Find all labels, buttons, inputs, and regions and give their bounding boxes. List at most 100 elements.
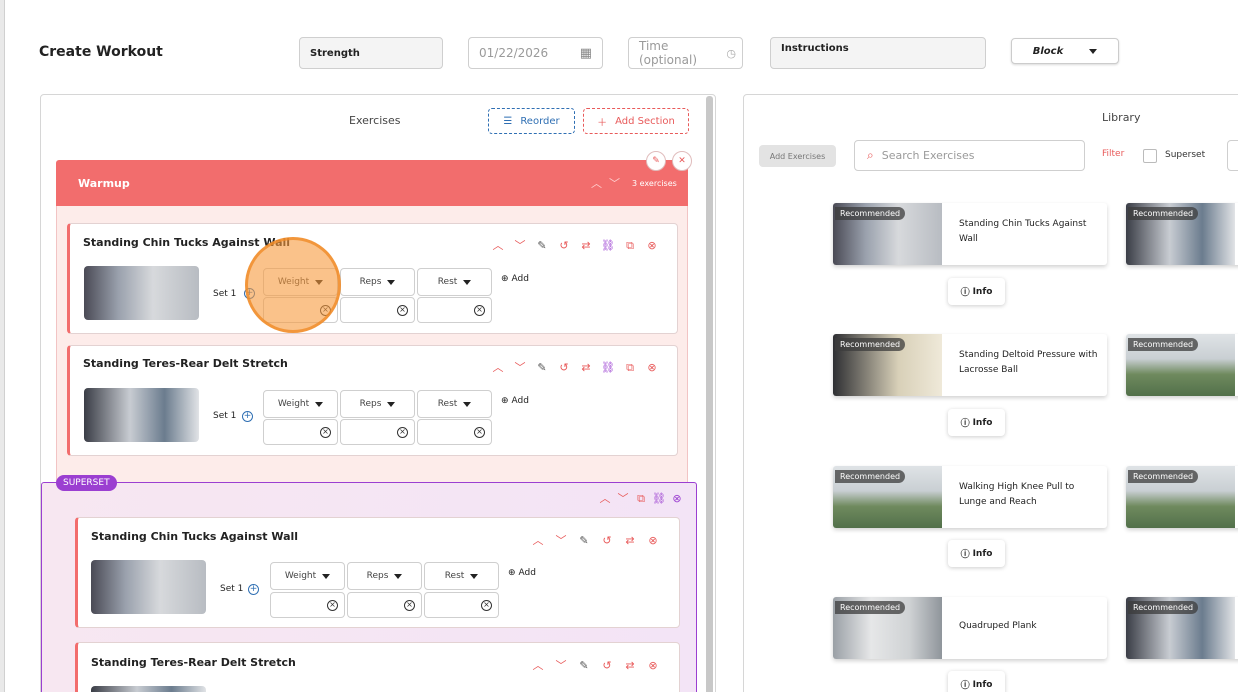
create-workout-page: Create Workout Strength 01/22/2026 ▦ Tim… [4,0,1238,692]
remove-icon[interactable]: ⊗ [646,239,658,251]
edit-icon[interactable]: ✎ [536,239,548,251]
info-button[interactable]: ⓘ Info [948,540,1005,567]
search-icon: ⌕ [867,148,874,162]
history-icon[interactable]: ↺ [558,361,570,373]
info-button[interactable]: ⓘ Info [948,278,1005,305]
weight-input[interactable]: × [270,592,345,618]
set-label: Set 1 [213,411,237,421]
library-item[interactable]: Recommended [1126,203,1238,265]
time-field[interactable]: Time (optional) ◷ [628,37,743,69]
clear-icon[interactable]: × [397,304,408,316]
library-item[interactable]: Recommended Standing Deltoid Pressure wi… [833,334,1107,396]
reps-input[interactable]: × [340,297,415,323]
reps-dropdown[interactable]: Reps [340,268,415,296]
swap-icon[interactable]: ⇄ [624,659,636,671]
link-icon[interactable]: ⛓ [601,239,615,251]
remove-icon[interactable]: ⊗ [671,492,683,504]
reps-dropdown[interactable]: Reps [340,390,415,418]
add-column-button[interactable]: ⊕ Add [508,568,536,578]
add-section-button[interactable]: ＋ Add Section [583,108,689,134]
library-extra-control[interactable] [1227,140,1238,171]
clear-icon[interactable]: × [404,599,415,611]
move-down-icon[interactable]: ﹀ [555,534,567,546]
weight-dropdown[interactable]: Weight [270,562,345,590]
swap-icon[interactable]: ⇄ [580,239,592,251]
rest-dropdown[interactable]: Rest [417,268,492,296]
clear-icon[interactable]: × [320,426,331,438]
clear-icon[interactable]: × [474,426,485,438]
edit-icon[interactable]: ✎ [536,361,548,373]
instructions-field[interactable]: Instructions [770,37,986,69]
weight-dropdown[interactable]: Weight [263,390,338,418]
collapse-down-icon[interactable]: ﹀ [609,175,620,191]
instructions-label: Instructions [781,43,849,54]
remove-icon[interactable]: ⊗ [647,534,659,546]
library-item[interactable]: Recommended Walking High Knee Pull to Lu… [833,466,1107,528]
collapse-up-icon[interactable]: ︿ [591,175,602,191]
add-set-icon[interactable]: + [248,584,259,595]
library-item[interactable]: Recommended [1126,466,1238,528]
remove-icon[interactable]: ⊗ [647,659,659,671]
link-icon[interactable]: ⛓ [601,361,615,373]
move-down-icon[interactable]: ﹀ [514,239,526,251]
clear-icon[interactable]: × [327,599,338,611]
library-item[interactable]: Recommended Standing Chin Tucks Against … [833,203,1107,265]
info-button[interactable]: ⓘ Info [948,409,1005,436]
clear-icon[interactable]: × [397,426,408,438]
reps-input[interactable]: × [347,592,422,618]
block-select[interactable]: Block [1011,38,1119,64]
history-icon[interactable]: ↺ [601,534,613,546]
info-button[interactable]: ⓘ Info [948,671,1005,692]
add-set-icon[interactable]: + [242,411,253,422]
swap-icon[interactable]: ⇄ [624,534,636,546]
library-item[interactable]: Recommended [1126,597,1238,659]
unlink-icon[interactable]: ⛓ [652,492,666,504]
edit-icon[interactable]: ✎ [578,534,590,546]
move-down-icon[interactable]: ﹀ [617,492,629,504]
move-down-icon[interactable]: ﹀ [514,361,526,373]
swap-icon[interactable]: ⇄ [580,361,592,373]
add-column-button[interactable]: ⊕ Add [501,396,529,406]
info-icon: ⓘ [960,288,970,298]
open-external-icon[interactable]: ⧉ [635,492,647,504]
rest-input[interactable]: × [417,297,492,323]
library-item[interactable]: Recommended [1126,334,1238,396]
calendar-icon[interactable]: ▦ [580,46,592,61]
move-down-icon[interactable]: ﹀ [555,659,567,671]
edit-icon[interactable]: ✎ [578,659,590,671]
history-icon[interactable]: ↺ [558,239,570,251]
weight-input[interactable]: × [263,419,338,445]
open-external-icon[interactable]: ⧉ [624,361,636,373]
delete-section-icon[interactable]: ✕ [672,151,692,171]
clear-icon[interactable]: × [474,304,485,316]
reps-input[interactable]: × [340,419,415,445]
rest-dropdown[interactable]: Rest [417,390,492,418]
filter-button[interactable]: Filter [1102,149,1124,159]
superset-checkbox[interactable] [1143,149,1157,163]
rest-dropdown[interactable]: Rest [424,562,499,590]
date-field[interactable]: 01/22/2026 ▦ [468,37,603,69]
rest-input[interactable]: × [417,419,492,445]
exercises-scrollbar[interactable] [706,96,713,692]
history-icon[interactable]: ↺ [601,659,613,671]
recommended-badge: Recommended [835,470,906,483]
edit-section-icon[interactable]: ✎ [646,151,666,171]
reps-label: Reps [359,277,382,287]
search-input[interactable]: ⌕ Search Exercises [854,140,1085,171]
reorder-button[interactable]: ☰ Reorder [488,108,575,134]
move-up-icon[interactable]: ︿ [532,659,544,671]
remove-icon[interactable]: ⊗ [646,361,658,373]
workout-type-field[interactable]: Strength [299,37,443,69]
add-exercises-button[interactable]: Add Exercises [759,145,836,167]
rest-input[interactable]: × [424,592,499,618]
move-up-icon[interactable]: ︿ [532,534,544,546]
library-item[interactable]: Recommended Quadruped Plank [833,597,1107,659]
clear-icon[interactable]: × [481,599,492,611]
open-external-icon[interactable]: ⧉ [624,239,636,251]
rest-label: Rest [437,277,458,287]
move-up-icon[interactable]: ︿ [599,492,611,504]
add-column-button[interactable]: ⊕ Add [501,274,529,284]
move-up-icon[interactable]: ︿ [492,239,504,251]
reps-dropdown[interactable]: Reps [347,562,422,590]
move-up-icon[interactable]: ︿ [492,361,504,373]
